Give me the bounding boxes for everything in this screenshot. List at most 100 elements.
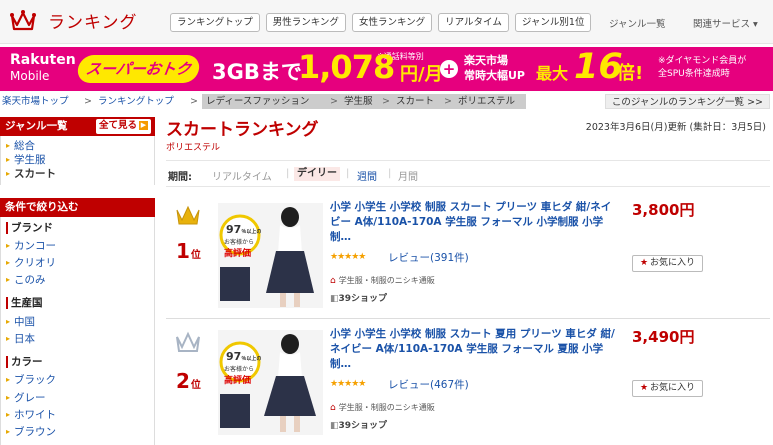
- product-image[interactable]: 97％以上の お客様から 高評価: [218, 330, 323, 435]
- banner-market-line2: 常時大幅UP: [464, 69, 525, 82]
- thumb-tag1: 97: [226, 350, 242, 363]
- rank-suffix: 位: [190, 380, 201, 391]
- review-link[interactable]: レビュー(467件): [388, 377, 469, 392]
- toplink-women[interactable]: 女性ランキング: [351, 13, 433, 32]
- banner-diamond-note: ※ダイヤモンド会員が 全SPU条件達成時: [658, 55, 746, 81]
- rank-value: 2: [176, 369, 190, 393]
- thumb-badge: 97％以上の: [226, 223, 261, 236]
- crown-icon: [176, 331, 200, 352]
- banner-super: スーパーおトク: [76, 55, 201, 83]
- row-divider: [166, 318, 770, 319]
- related-services-menu[interactable]: 関連サービス ▾: [693, 16, 758, 30]
- shop-link[interactable]: ⌂ 学生服・制服のニシキ通販: [330, 275, 435, 286]
- breadcrumb-skirt[interactable]: スカート: [396, 93, 434, 110]
- banner-yen: 円/月: [400, 64, 443, 85]
- breadcrumb-sep: >: [444, 96, 452, 107]
- shop-name: 学生服・制服のニシキ通販: [338, 403, 435, 412]
- genre-list-link[interactable]: ジャンル一覧: [609, 16, 666, 30]
- tab-realtime[interactable]: リアルタイム: [212, 168, 272, 183]
- thumb-tag2: ％以上の: [241, 229, 262, 235]
- period-sep: |: [286, 168, 290, 179]
- tab-monthly[interactable]: 月間: [398, 168, 418, 183]
- shop-link[interactable]: ⌂ 学生服・制服のニシキ通販: [330, 402, 435, 413]
- period-sep: |: [346, 168, 350, 179]
- ranking-item: 2位 97％以上の お客様から 高評価 小学 小学生 小学校 制服 スカート 夏…: [166, 322, 770, 445]
- tab-weekly[interactable]: 週間: [357, 168, 377, 183]
- banner-diamond-line2: 全SPU条件達成時: [658, 69, 730, 79]
- rating-stars: ★★★★★: [330, 252, 366, 262]
- product-image[interactable]: 97％以上の お客様から 高評価: [218, 203, 323, 308]
- breadcrumb-ranking-top[interactable]: ランキングトップ: [98, 93, 174, 110]
- banner-brand-mobile: Mobile: [10, 69, 50, 83]
- product-title-link[interactable]: 小学 小学生 小学校 制服 スカート 夏用 プリーツ 車ヒダ 紺/ネイビー A体…: [330, 327, 616, 372]
- period-tabs: 期間: リアルタイム | デイリー | 週間 | 月間: [166, 160, 770, 187]
- page-title: スカートランキング: [166, 120, 319, 140]
- favorite-label: お気に入り: [650, 383, 696, 393]
- genre-item-all[interactable]: 総合: [6, 139, 35, 153]
- promo-banner[interactable]: Rakuten Mobile スーパーおトク 3GBまで ※通話料等別 1,07…: [0, 47, 773, 91]
- favorite-button[interactable]: ★ お気に入り: [632, 380, 703, 397]
- filter-color-gray[interactable]: グレー: [6, 391, 46, 405]
- genre-list: 総合 学生服 スカート: [0, 136, 155, 185]
- ranking-logo[interactable]: ランキング: [10, 8, 138, 33]
- filter-country-china[interactable]: 中国: [6, 315, 35, 329]
- breadcrumb-uniform[interactable]: 学生服: [344, 93, 373, 110]
- toplink-realtime[interactable]: リアルタイム: [438, 13, 509, 32]
- shop-badge-label: 39ショップ: [338, 294, 388, 304]
- filter-brand-kuriori[interactable]: クリオリ: [6, 256, 56, 270]
- ranking-item: 1位 97％以上の お客様から 高評価 小学 小学生 小学校 制服 スカート プ…: [166, 193, 770, 323]
- breadcrumb-ladies[interactable]: レディースファッション: [206, 93, 309, 110]
- product-price: 3,490円: [632, 328, 695, 346]
- filter-color-title: カラー: [6, 356, 43, 368]
- rank-number: 2位: [176, 369, 201, 393]
- shop-name: 学生服・制服のニシキ通販: [338, 276, 435, 285]
- genre-list-title: ジャンル一覧: [5, 120, 68, 132]
- show-all-button[interactable]: 全て見る ▶: [95, 119, 151, 134]
- star-icon: ★: [639, 258, 649, 268]
- thumb-badge: 97％以上の: [226, 350, 261, 363]
- page-subtitle: ポリエステル: [166, 143, 221, 153]
- toplink-genre-top[interactable]: ジャンル別1位: [514, 13, 592, 32]
- banner-times: 16: [574, 47, 623, 87]
- filter-color-brown[interactable]: ブラウン: [6, 425, 56, 439]
- genre-item-skirt[interactable]: スカート: [6, 167, 56, 181]
- thumb-rating: 高評価: [224, 376, 252, 386]
- star-icon: ★: [639, 383, 649, 393]
- toplink-ranking-top[interactable]: ランキングトップ: [170, 13, 260, 32]
- breadcrumb-sep: >: [84, 96, 92, 107]
- thumb-rating: 高評価: [224, 249, 252, 259]
- filter-color-white[interactable]: ホワイト: [6, 408, 56, 422]
- filter-brand-konomi[interactable]: このみ: [6, 273, 46, 287]
- update-date: 2023年3月6日(月)更新 (集計日：3月5日): [585, 122, 766, 133]
- home-icon: ⌂: [330, 403, 336, 413]
- thumb-tag1: 97: [226, 223, 242, 236]
- genre-item-uniform[interactable]: 学生服: [6, 153, 46, 167]
- banner-price: 1,078: [298, 48, 395, 86]
- filter-country-japan[interactable]: 日本: [6, 332, 35, 346]
- arrow-icon: ▶: [139, 121, 148, 130]
- filter-brand-title: ブランド: [6, 222, 53, 234]
- banner-bai: 倍!: [617, 63, 644, 84]
- banner-market-line1: 楽天市場: [464, 54, 508, 67]
- product-title-link[interactable]: 小学 小学生 小学校 制服 スカート プリーツ 車ヒダ 紺/ネイビー A体/11…: [330, 200, 616, 245]
- toplink-men[interactable]: 男性ランキング: [265, 13, 346, 32]
- breadcrumb-sep: >: [190, 96, 198, 107]
- rating-stars: ★★★★★: [330, 379, 366, 389]
- show-all-label: 全て見る: [98, 120, 137, 131]
- filter-brand-kanko[interactable]: カンコー: [6, 239, 56, 253]
- banner-diamond-line1: ※ダイヤモンド会員が: [658, 56, 747, 66]
- tab-daily[interactable]: デイリー: [294, 167, 340, 181]
- favorite-button[interactable]: ★ お気に入り: [632, 255, 703, 272]
- filter-color-black[interactable]: ブラック: [6, 373, 56, 387]
- genre-ranking-list-link[interactable]: このジャンルのランキング一覧 >>: [604, 94, 770, 109]
- review-link[interactable]: レビュー(391件): [388, 250, 469, 265]
- product-price: 3,800円: [632, 201, 695, 219]
- shop-badge-icon: ◧: [330, 294, 339, 304]
- shop-badge: ◧39ショップ: [330, 291, 387, 304]
- crown-shape: [176, 205, 200, 225]
- filter-country-title: 生産国: [6, 297, 43, 309]
- thumb-caption: お客様から: [224, 239, 255, 246]
- breadcrumb-rakuten-top[interactable]: 楽天市場トップ: [2, 93, 69, 110]
- crown-shape: [176, 331, 200, 352]
- shop-badge: ◧39ショップ: [330, 418, 387, 431]
